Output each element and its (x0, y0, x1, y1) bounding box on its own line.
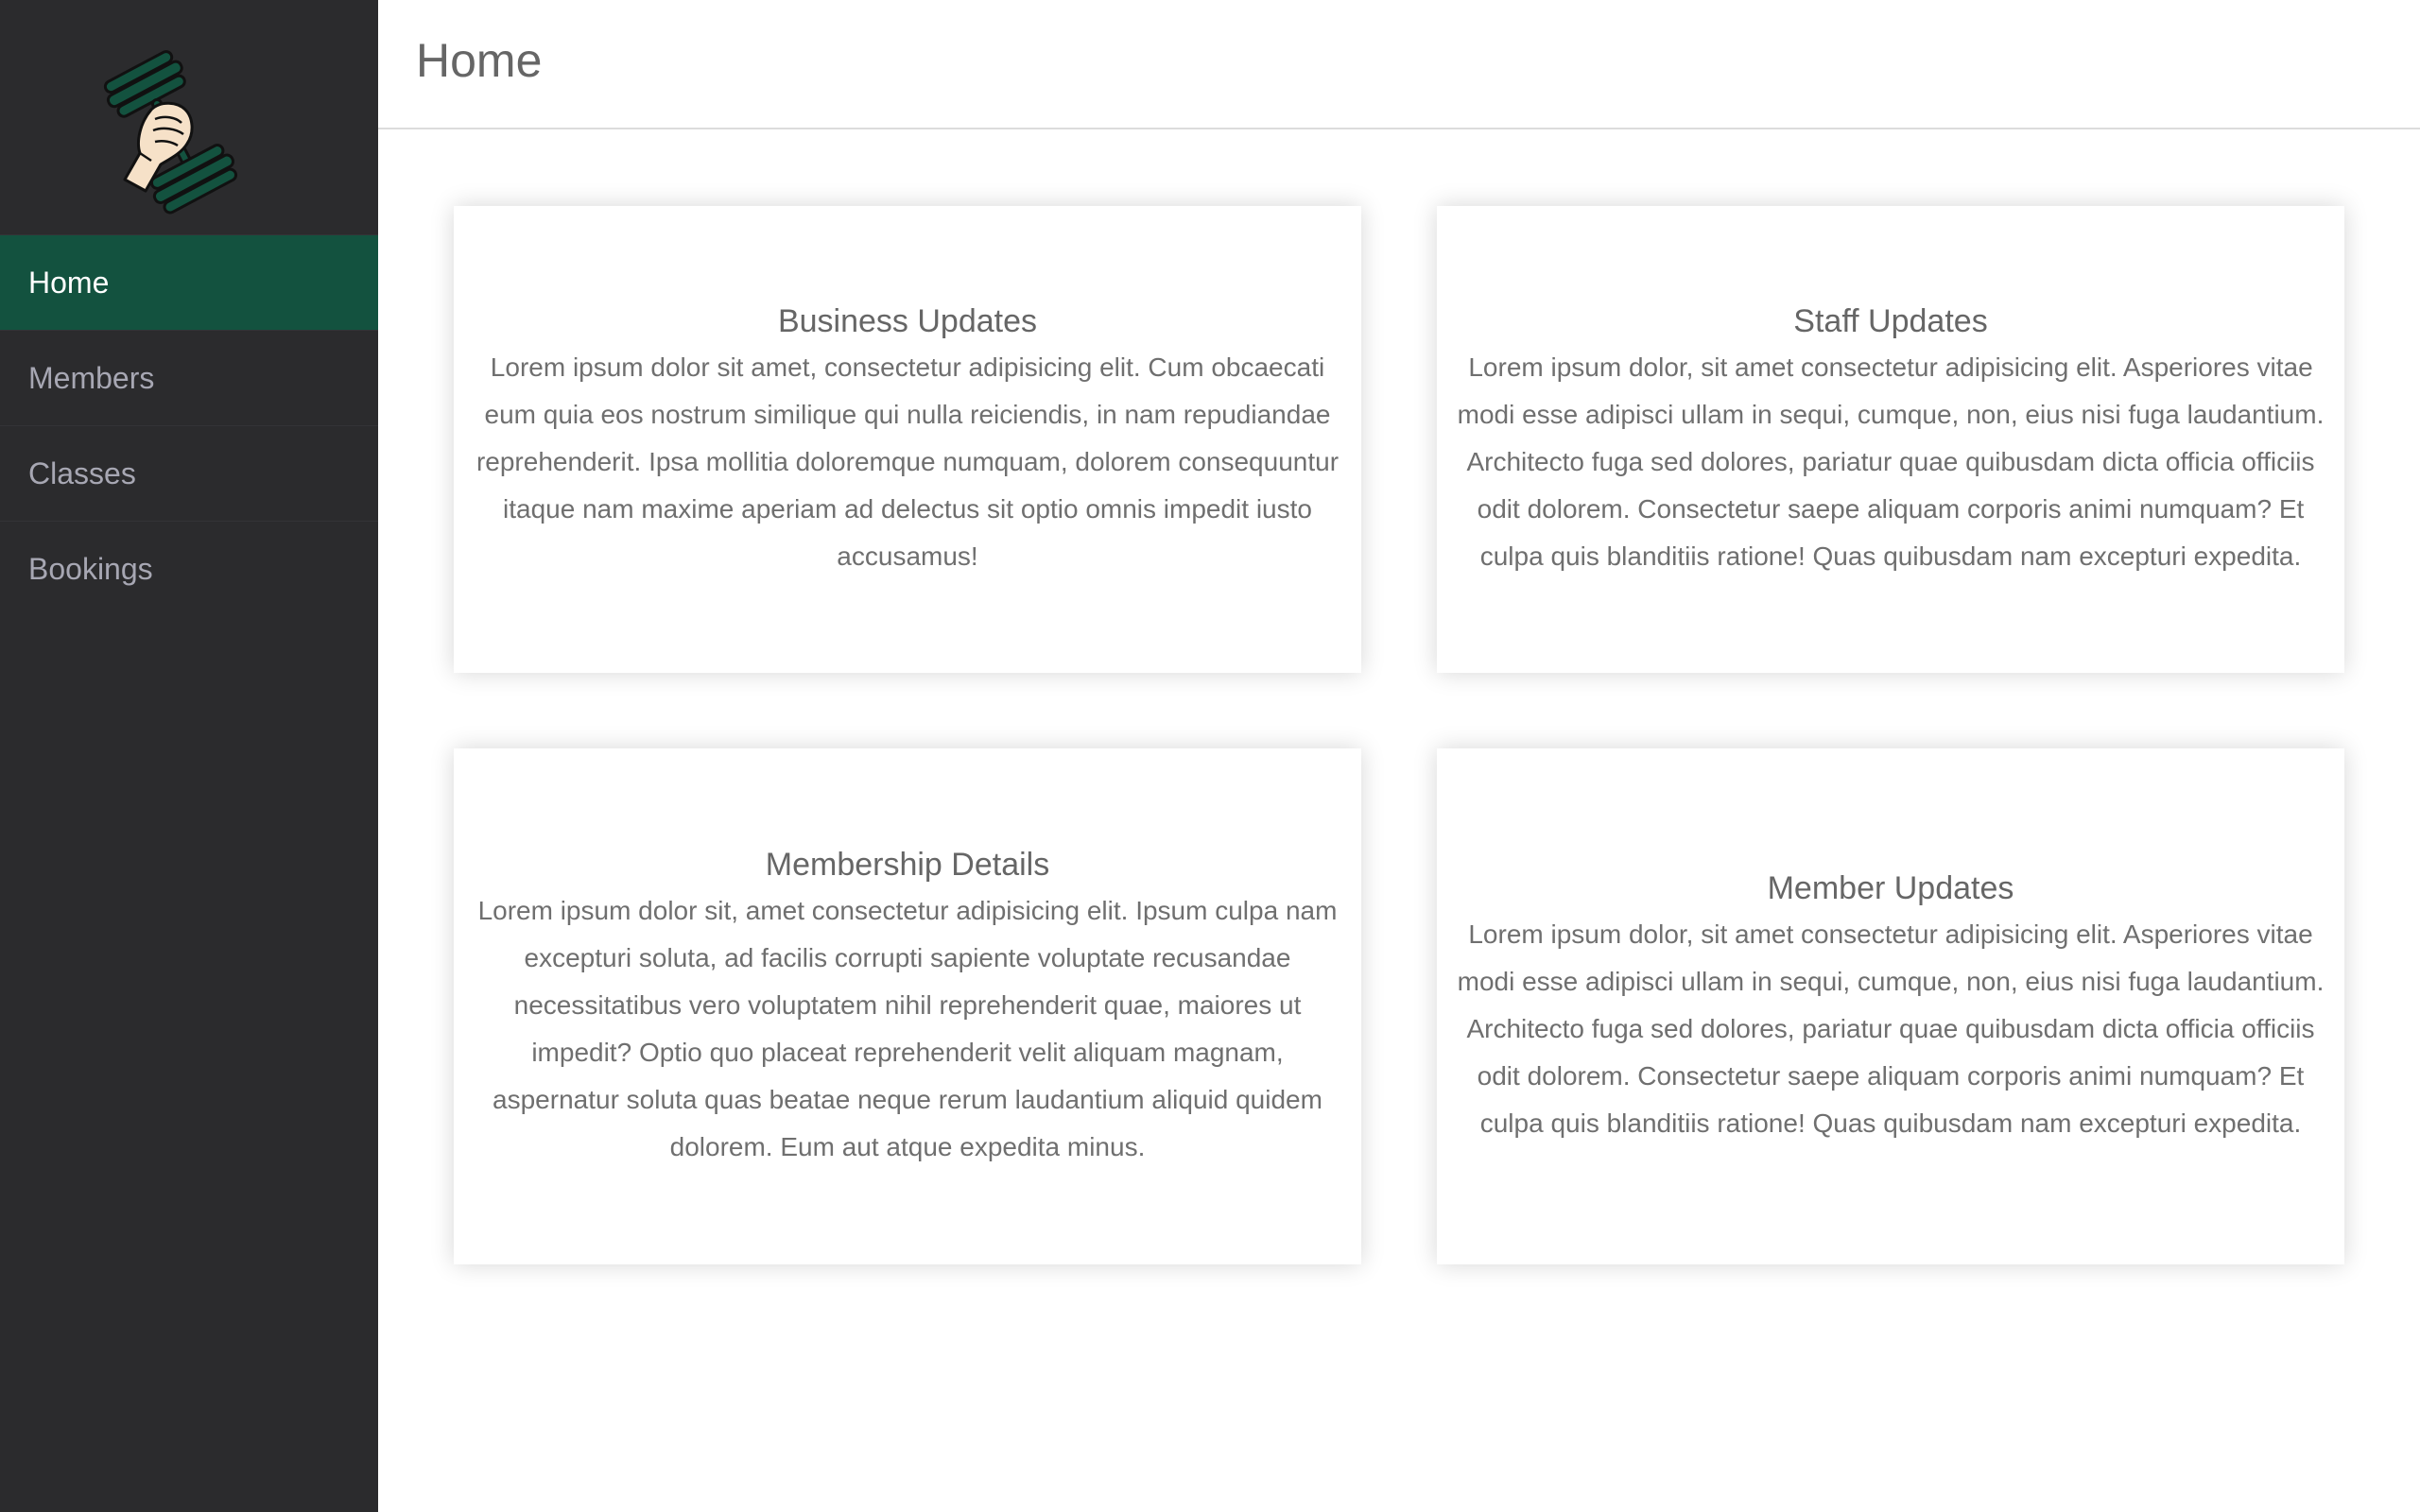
card-body: Lorem ipsum dolor, sit amet consectetur … (1457, 352, 2325, 571)
member-updates-card: Member Updates Lorem ipsum dolor, sit am… (1437, 748, 2344, 1264)
card-title: Membership Details (765, 847, 1050, 883)
dumbbell-fist-icon (103, 50, 238, 215)
page-title: Home (416, 33, 543, 87)
sidebar-nav: Home Members Classes Bookings (0, 234, 378, 616)
staff-updates-card: Staff Updates Lorem ipsum dolor, sit ame… (1437, 206, 2344, 673)
sidebar-item-bookings[interactable]: Bookings (0, 521, 378, 616)
logo[interactable] (0, 0, 378, 234)
card-title: Staff Updates (1793, 303, 1988, 339)
sidebar: Home Members Classes Bookings (0, 0, 378, 1512)
card-body: Lorem ipsum dolor, sit amet consectetur … (1457, 919, 2325, 1138)
sidebar-item-label: Home (28, 265, 110, 300)
sidebar-item-members[interactable]: Members (0, 330, 378, 425)
sidebar-item-label: Members (28, 360, 155, 395)
sidebar-item-classes[interactable]: Classes (0, 425, 378, 521)
business-updates-card: Business Updates Lorem ipsum dolor sit a… (454, 206, 1361, 673)
sidebar-item-home[interactable]: Home (0, 234, 378, 330)
page-header: Home (378, 0, 2420, 129)
card-title: Business Updates (777, 303, 1038, 339)
membership-details-card: Membership Details Lorem ipsum dolor sit… (454, 748, 1361, 1264)
app-root: Home Members Classes Bookings Home Busin… (0, 0, 2420, 1512)
sidebar-item-label: Bookings (28, 551, 153, 586)
card-body: Lorem ipsum dolor sit amet, consectetur … (475, 352, 1340, 571)
card-body: Lorem ipsum dolor sit, amet consectetur … (477, 896, 1338, 1161)
card-title: Member Updates (1767, 870, 2014, 906)
sidebar-item-label: Classes (28, 455, 136, 490)
